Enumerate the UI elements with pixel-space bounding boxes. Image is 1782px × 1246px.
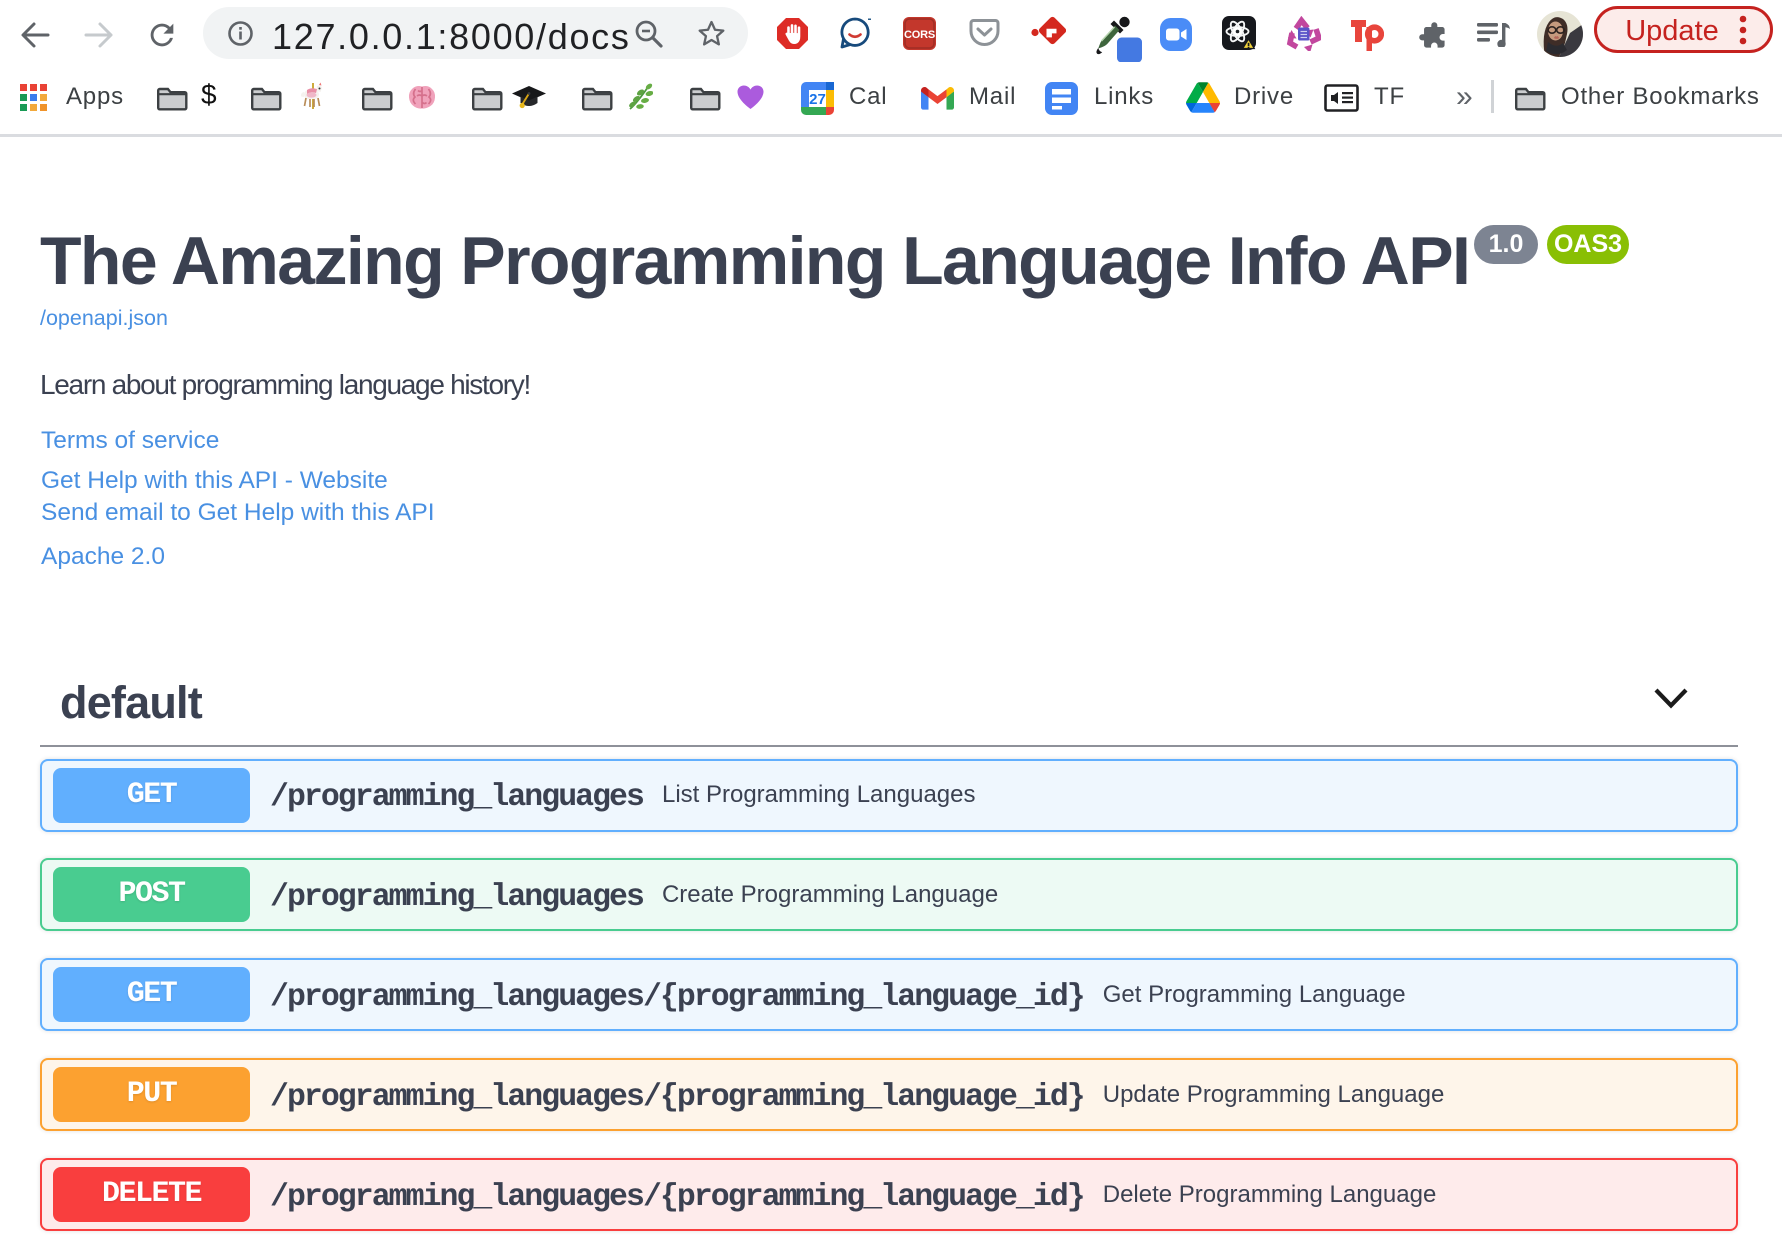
svg-text:CORS: CORS xyxy=(904,29,935,41)
svg-text:27: 27 xyxy=(809,91,826,108)
